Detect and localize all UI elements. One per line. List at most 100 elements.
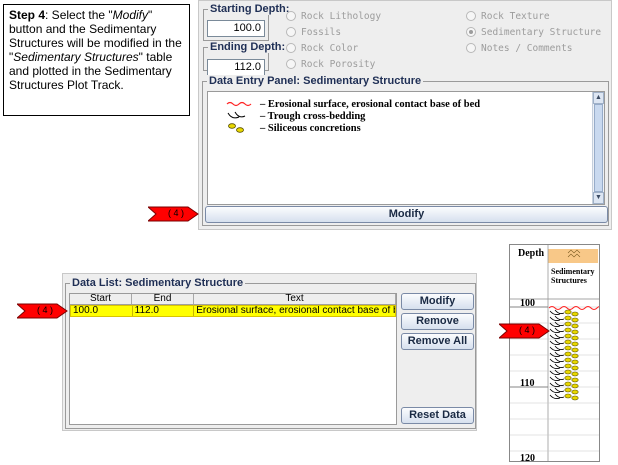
cross-bedding-mark: [549, 375, 565, 381]
structure-item-label: – Siliceous concretions: [260, 122, 361, 134]
structure-list[interactable]: – Erosional surface, erosional contact b…: [207, 91, 605, 205]
track-label: Sedimentary Structures: [551, 267, 595, 285]
note-emphasis: Sedimentary Structures: [13, 50, 139, 64]
trough-cross-bedding-icon: [227, 111, 246, 119]
sedimentary-structures-plot-track: Depth Sedimentary Structures 100 110 120: [509, 244, 600, 462]
remove-all-button[interactable]: Remove All: [401, 333, 474, 350]
concretion-mark: [564, 393, 572, 399]
cross-bedding-mark: [549, 369, 565, 375]
scroll-thumb[interactable]: [594, 104, 603, 192]
structure-item[interactable]: – Siliceous concretions: [226, 122, 361, 134]
remove-button[interactable]: Remove: [401, 313, 474, 330]
scroll-down-arrow-icon[interactable]: ▼: [593, 192, 604, 204]
radio-label: Rock Porosity: [301, 58, 376, 70]
radio-dot: [466, 11, 476, 21]
ending-depth-label: Ending Depth:: [208, 41, 288, 53]
cross-bedding-mark: [549, 345, 565, 351]
radio-label: Rock Lithology: [301, 10, 382, 22]
data-list-panel: Data List: Sedimentary Structure Start E…: [65, 277, 476, 429]
concretion-mark: [564, 357, 572, 363]
depth-tick-120: 120: [520, 453, 535, 462]
table-header: Start End Text: [70, 294, 396, 305]
data-entry-window: Starting Depth: 100.0 Ending Depth: 112.…: [198, 0, 612, 230]
concretion-mark: [564, 363, 572, 369]
erosional-surface-icon: [226, 101, 252, 107]
callout-label: ( 4 ): [518, 325, 535, 335]
concretion-mark: [571, 389, 579, 395]
entry-list-scrollbar[interactable]: ▲ ▼: [592, 92, 604, 204]
cell-text: Erosional surface, erosional contact bas…: [196, 306, 395, 316]
table-row[interactable]: 100.0 112.0 Erosional surface, erosional…: [70, 305, 396, 317]
depth-tick-100: 100: [520, 298, 535, 309]
step-label: Step 4: [9, 8, 46, 22]
column-header-start[interactable]: Start: [70, 294, 132, 304]
radio-dot: [286, 11, 296, 21]
concretion-mark: [571, 371, 579, 377]
note-text: : Select the ": [45, 8, 113, 22]
column-header-text[interactable]: Text: [194, 294, 396, 304]
cross-bedding-mark: [549, 333, 565, 339]
concretion-mark: [564, 315, 572, 321]
structure-item[interactable]: – Trough cross-bedding: [226, 110, 365, 122]
depth-axis-label: Depth: [518, 248, 545, 259]
scroll-up-arrow-icon[interactable]: ▲: [593, 92, 604, 104]
callout-label: ( 4 ): [36, 305, 53, 315]
reset-data-button[interactable]: Reset Data: [401, 407, 474, 424]
data-list-table[interactable]: Start End Text 100.0 112.0 Erosional sur…: [69, 293, 397, 425]
radio-dot: [286, 27, 296, 37]
concretion-mark: [571, 311, 579, 317]
concretion-mark: [571, 347, 579, 353]
cross-bedding-mark: [549, 327, 565, 333]
cross-bedding-mark: [549, 339, 565, 345]
starting-depth-field[interactable]: 100.0: [207, 20, 265, 37]
cross-bedding-mark: [549, 387, 565, 393]
radio-fossils[interactable]: Fossils: [286, 25, 341, 39]
concretion-mark: [571, 323, 579, 329]
cross-bedding-mark: [549, 393, 565, 399]
cross-bedding-mark: [549, 357, 565, 363]
note-emphasis: Modify: [112, 8, 148, 22]
concretion-mark: [571, 359, 579, 365]
structure-item-label: – Erosional surface, erosional contact b…: [260, 98, 481, 110]
concretion-mark: [571, 395, 579, 401]
concretion-mark: [571, 365, 579, 371]
ending-depth-group: Ending Depth: 112.0: [203, 41, 288, 76]
radio-rock-texture[interactable]: Rock Texture: [466, 9, 550, 23]
radio-rock-porosity[interactable]: Rock Porosity: [286, 57, 375, 71]
concretion-mark: [571, 317, 579, 323]
radio-label: Fossils: [301, 26, 342, 38]
concretion-mark: [564, 333, 572, 339]
radio-dot: [286, 59, 296, 69]
concretion-mark: [571, 329, 579, 335]
concretion-mark: [571, 383, 579, 389]
radio-dot-selected: [466, 27, 476, 37]
data-entry-panel: Data Entry Panel: Sedimentary Structure …: [202, 75, 609, 226]
concretion-mark: [571, 377, 579, 383]
radio-sedimentary-structure[interactable]: Sedimentary Structure: [466, 25, 601, 39]
structure-item[interactable]: – Erosional surface, erosional contact b…: [226, 98, 480, 110]
radio-dot: [466, 43, 476, 53]
cross-bedding-mark: [549, 363, 565, 369]
modify-button[interactable]: Modify: [205, 206, 608, 223]
radio-notes-comments[interactable]: Notes / Comments: [466, 41, 573, 55]
starting-depth-group: Starting Depth: 100.0: [203, 3, 292, 41]
radio-rock-lithology[interactable]: Rock Lithology: [286, 9, 381, 23]
radio-rock-color[interactable]: Rock Color: [286, 41, 358, 55]
cross-bedding-mark: [549, 309, 565, 315]
concretion-mark: [564, 375, 572, 381]
concretion-mark: [571, 341, 579, 347]
concretion-mark: [564, 351, 572, 357]
starting-depth-label: Starting Depth:: [208, 3, 292, 15]
column-header-end[interactable]: End: [132, 294, 194, 304]
radio-label: Rock Color: [301, 42, 359, 54]
siliceous-concretions-icon: [228, 123, 244, 133]
list-modify-button[interactable]: Modify: [401, 293, 474, 310]
ending-depth-field[interactable]: 112.0: [207, 59, 265, 76]
callout-label: ( 4 ): [167, 208, 184, 218]
depth-tick-110: 110: [520, 378, 535, 389]
concretion-mark: [571, 353, 579, 359]
cell-end: 112.0: [133, 306, 195, 316]
step-instruction-note: Step 4: Select the "Modify" button and t…: [3, 4, 190, 116]
concretion-mark: [564, 387, 572, 393]
cross-bedding-mark: [549, 351, 565, 357]
